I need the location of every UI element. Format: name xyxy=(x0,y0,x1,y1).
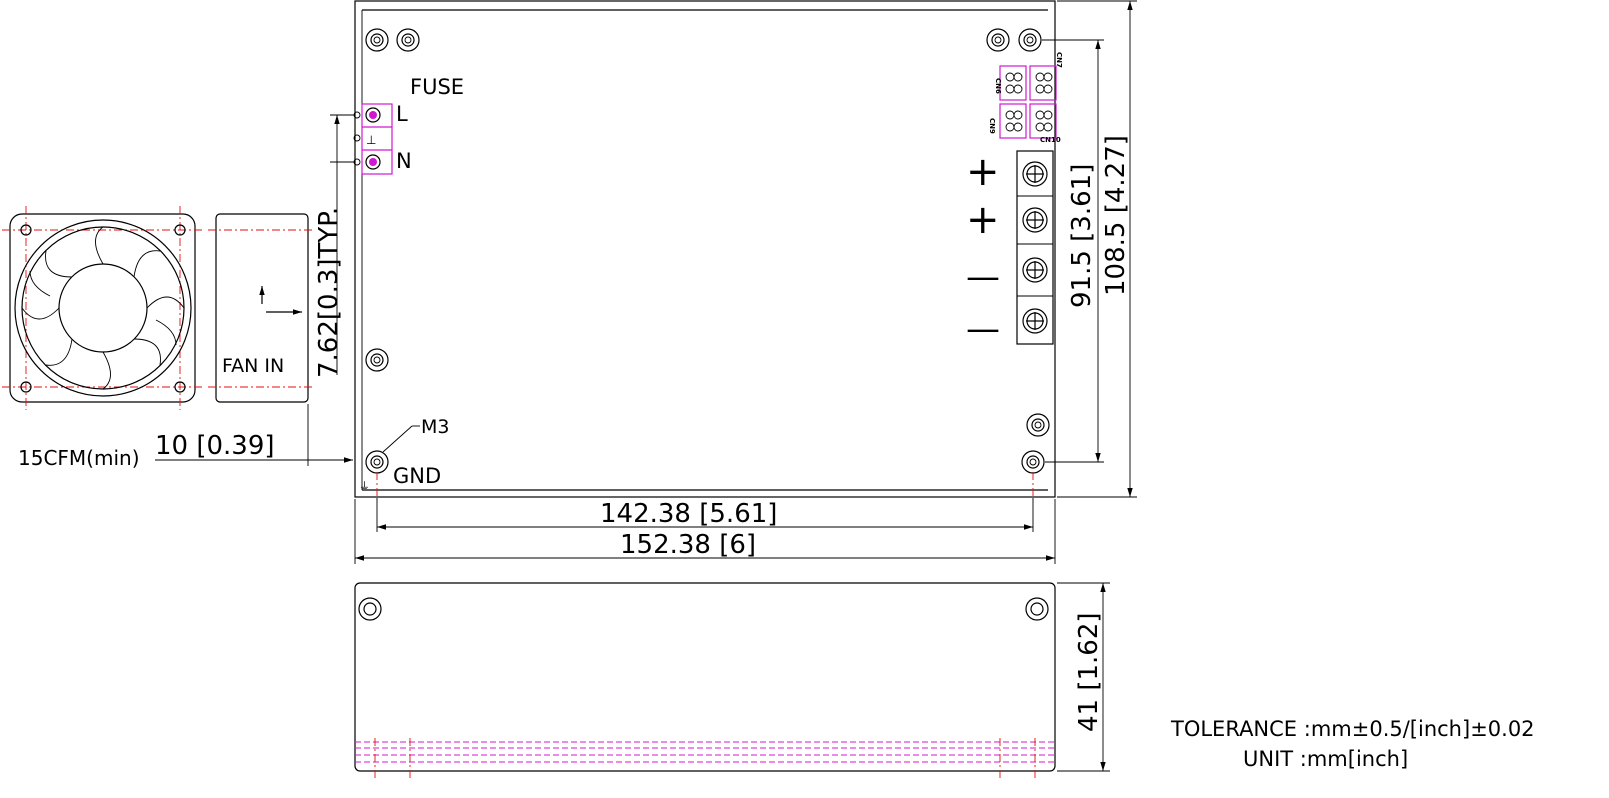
mounting-hole xyxy=(1021,450,1045,474)
mounting-hole xyxy=(358,597,382,621)
cn10-label: CN10 xyxy=(1040,136,1061,144)
mounting-hole xyxy=(1025,597,1049,621)
line-terminal-label: L xyxy=(396,102,408,126)
output-screw-terminal xyxy=(1022,257,1048,283)
cn7-label: CN7 xyxy=(1055,52,1063,68)
terminal-pitch-dimension: 7.62[0.3]TYP. xyxy=(314,207,344,378)
output-plus-label-1: + xyxy=(966,149,1000,195)
output-screw-terminal xyxy=(1022,161,1048,187)
front-view-outline xyxy=(354,582,1056,772)
mount-span-width-dimension: 142.38 [5.61] xyxy=(600,499,777,529)
output-terminal-strip xyxy=(1016,150,1054,345)
output-screw-terminal xyxy=(1022,308,1048,334)
output-screw-terminal xyxy=(1022,207,1048,233)
neutral-terminal-label: N xyxy=(396,149,412,173)
height-dimension: 41 [1.62] xyxy=(1074,612,1104,732)
mounting-hole xyxy=(986,28,1010,52)
tolerance-note: TOLERANCE :mm±0.5/[inch]±0.02 xyxy=(1170,717,1535,741)
front-view xyxy=(354,582,1056,778)
fuse-label: FUSE xyxy=(410,75,464,99)
ac-input-terminal-block: ⊥ xyxy=(353,103,393,175)
output-plus-label-2: + xyxy=(966,197,1000,243)
mounting-hole xyxy=(1018,28,1042,52)
mount-span-depth-dimension: 91.5 [3.61] xyxy=(1067,164,1097,308)
unit-note: UNIT :mm[inch] xyxy=(1243,747,1408,771)
output-minus-label-2: — xyxy=(966,309,1000,349)
mounting-hole xyxy=(365,450,389,474)
overall-width-dimension: 152.38 [6] xyxy=(620,530,756,560)
airflow-label: 15CFM(min) xyxy=(18,446,140,470)
svg-text:⊥: ⊥ xyxy=(366,133,376,147)
mechanical-drawing: ⊥ FUSE L N 7.62[0.3]TYP. CN6 CN7 CN9 CN1… xyxy=(2,0,1535,778)
top-view: ⊥ FUSE L N 7.62[0.3]TYP. CN6 CN7 CN9 CN1… xyxy=(314,0,1063,500)
overall-depth-dimension: 108.5 [4.27] xyxy=(1101,135,1131,296)
cn6-label: CN6 xyxy=(994,78,1002,94)
svg-text:⏚: ⏚ xyxy=(359,480,370,493)
fan-side-view: FAN IN xyxy=(208,213,315,403)
fan-in-label: FAN IN xyxy=(222,355,284,377)
signal-connectors xyxy=(999,65,1057,139)
ground-label: GND xyxy=(393,464,441,488)
cn9-label: CN9 xyxy=(988,118,996,134)
mounting-hole xyxy=(365,28,389,52)
cooling-fan xyxy=(2,206,205,410)
m3-screw-label: M3 xyxy=(421,416,449,438)
fan-gap-dimension: 10 [0.39] xyxy=(155,431,275,461)
mounting-hole xyxy=(365,348,389,372)
mounting-hole xyxy=(396,28,420,52)
output-minus-label-1: — xyxy=(966,257,1000,297)
mounting-hole xyxy=(1026,413,1050,437)
fan-blades xyxy=(21,226,185,390)
